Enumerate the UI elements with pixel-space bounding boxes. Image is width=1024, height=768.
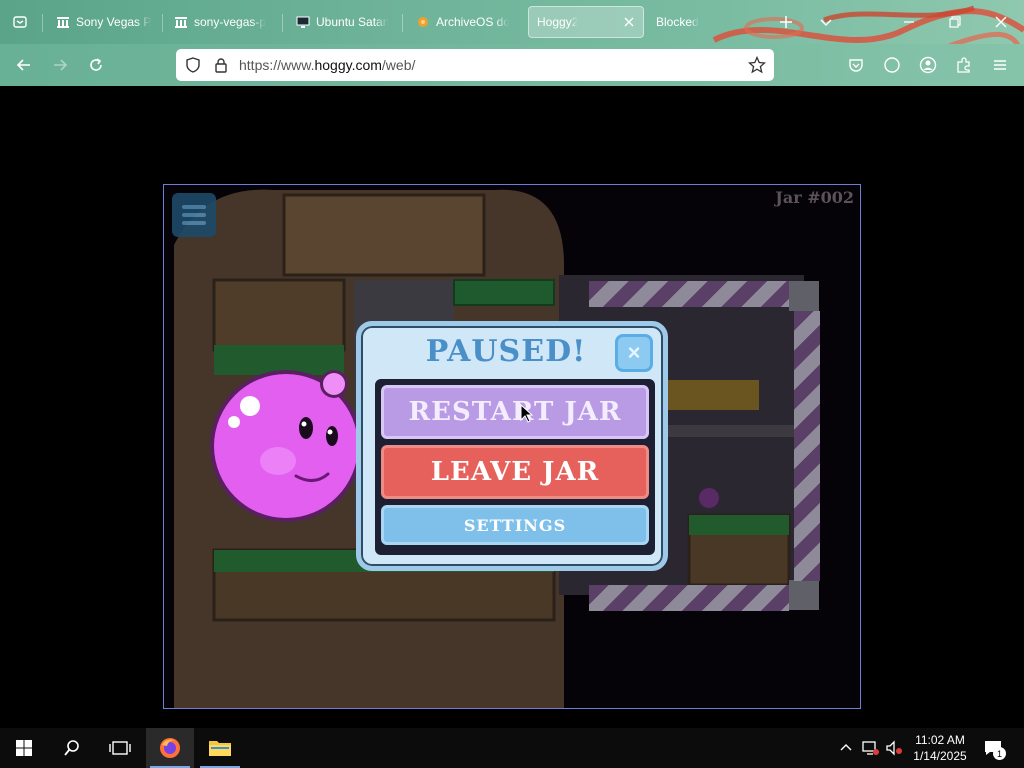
extensions-button[interactable] [952, 53, 976, 77]
url-prefix: https://www. [239, 57, 315, 73]
clock-time: 11:02 AM [915, 733, 965, 747]
tab-separator [282, 14, 283, 32]
minimize-button[interactable] [897, 10, 921, 34]
close-icon: × [627, 340, 641, 365]
tab-blocked[interactable]: Blocked [648, 6, 748, 38]
reload-button[interactable] [84, 53, 108, 77]
tab-label: Sony Vegas Pr [76, 15, 152, 29]
plus-icon [780, 16, 792, 28]
hamburger-menu-icon [994, 60, 1006, 70]
reload-icon [90, 58, 102, 71]
game-menu-button[interactable] [172, 193, 216, 237]
tracking-protection-shield-icon[interactable] [184, 56, 202, 74]
candy-stripe-bar-top [589, 281, 789, 307]
mouse-cursor-icon [520, 404, 534, 423]
tab-label: ArchiveOS do [436, 15, 511, 29]
hoggy-character [210, 370, 362, 522]
list-all-tabs-button[interactable] [814, 10, 838, 34]
minimize-icon [904, 21, 914, 23]
tab-sony-vegas-1[interactable]: Sony Vegas Pr [48, 6, 160, 38]
museum-icon [56, 15, 70, 29]
account-icon [919, 56, 937, 74]
url-domain: hoggy.com [314, 57, 382, 73]
close-icon [995, 16, 1007, 28]
tab-sony-vegas-2[interactable]: sony-vegas-p [166, 6, 278, 38]
chevron-down-icon [820, 19, 832, 27]
app-menu-button[interactable] [988, 53, 1012, 77]
firefox-icon [160, 738, 180, 758]
close-tab-icon[interactable] [621, 14, 637, 30]
task-view-icon [109, 741, 131, 755]
candy-stripe-bar-bottom [589, 585, 789, 611]
pause-dialog: PAUSED! × RESTART JAR LEAVE JAR SETTINGS [356, 321, 668, 571]
monitor-icon [296, 15, 310, 29]
museum-icon [174, 15, 188, 29]
tab-overview-button[interactable] [8, 10, 32, 34]
url-path: /web/ [381, 57, 416, 73]
search-button[interactable] [48, 728, 96, 768]
taskbar-firefox[interactable] [146, 728, 194, 768]
tab-label: Ubuntu Satan [316, 15, 390, 29]
dialog-title: PAUSED! [425, 334, 587, 369]
sync-button[interactable] [880, 53, 904, 77]
dialog-close-button[interactable]: × [615, 334, 653, 372]
sync-circle-icon [884, 57, 900, 73]
start-button[interactable] [0, 728, 48, 768]
tab-ubuntu-satan[interactable]: Ubuntu Satan [288, 6, 400, 38]
dialog-button-panel: RESTART JAR LEAVE JAR SETTINGS [375, 379, 655, 555]
account-button[interactable] [916, 53, 940, 77]
volume-muted-icon [886, 740, 902, 756]
folder-icon [209, 741, 231, 756]
network-disconnected-icon [862, 741, 879, 755]
arrow-left-icon [16, 59, 30, 71]
restore-button[interactable] [943, 10, 967, 34]
new-tab-button[interactable] [774, 10, 798, 34]
arrow-right-icon [54, 59, 68, 71]
tab-bar: Sony Vegas Pr sony-vegas-p Ubuntu Satan … [0, 0, 1024, 44]
action-center-button[interactable]: 1 [982, 738, 1006, 760]
back-button[interactable] [12, 53, 36, 77]
bookmark-star-icon[interactable] [748, 56, 766, 74]
navigation-bar: https://www.hoggy.com/web/ [0, 44, 1024, 86]
leave-jar-button[interactable]: LEAVE JAR [381, 445, 649, 499]
tab-label: Hoggy2 [537, 15, 579, 29]
chevron-up-icon [840, 744, 852, 751]
tab-separator [42, 14, 43, 32]
search-icon [64, 740, 79, 756]
notification-count-badge: 1 [993, 747, 1006, 760]
tab-separator [162, 14, 163, 32]
settings-button[interactable]: SETTINGS [381, 505, 649, 545]
restore-icon [949, 16, 961, 28]
taskbar: 11:02 AM 1/14/2025 1 [0, 728, 1024, 768]
tab-list-icon [13, 16, 27, 28]
lock-icon[interactable] [212, 56, 230, 74]
tab-label: sony-vegas-p [194, 15, 267, 29]
pocket-icon [849, 59, 863, 72]
jar-number-label: Jar #002 [775, 188, 854, 207]
puzzle-icon [957, 57, 970, 73]
restart-jar-button[interactable]: RESTART JAR [381, 385, 649, 439]
clock-date: 1/14/2025 [913, 749, 967, 763]
candy-stripe-bar-right [794, 311, 820, 581]
url-text[interactable]: https://www.hoggy.com/web/ [239, 57, 415, 73]
task-view-button[interactable] [96, 728, 144, 768]
network-status-button[interactable] [860, 738, 880, 758]
orange-circle-icon [416, 15, 430, 29]
forward-button[interactable] [48, 53, 72, 77]
show-hidden-icons-button[interactable] [836, 738, 856, 758]
tab-label: Blocked [656, 15, 699, 29]
system-clock[interactable]: 11:02 AM 1/14/2025 [908, 732, 972, 764]
tab-separator [402, 14, 403, 32]
web-page: Jar #002 PAUSED! × RESTART JAR LEAVE JAR… [0, 86, 1024, 726]
tab-archiveos[interactable]: ArchiveOS do [408, 6, 520, 38]
close-window-button[interactable] [989, 10, 1013, 34]
volume-button[interactable] [884, 738, 904, 758]
windows-logo-icon [16, 740, 32, 756]
tab-hoggy2[interactable]: Hoggy2 [528, 6, 644, 38]
url-bar[interactable]: https://www.hoggy.com/web/ [176, 49, 774, 81]
pocket-button[interactable] [844, 53, 868, 77]
taskbar-file-explorer[interactable] [196, 728, 244, 768]
